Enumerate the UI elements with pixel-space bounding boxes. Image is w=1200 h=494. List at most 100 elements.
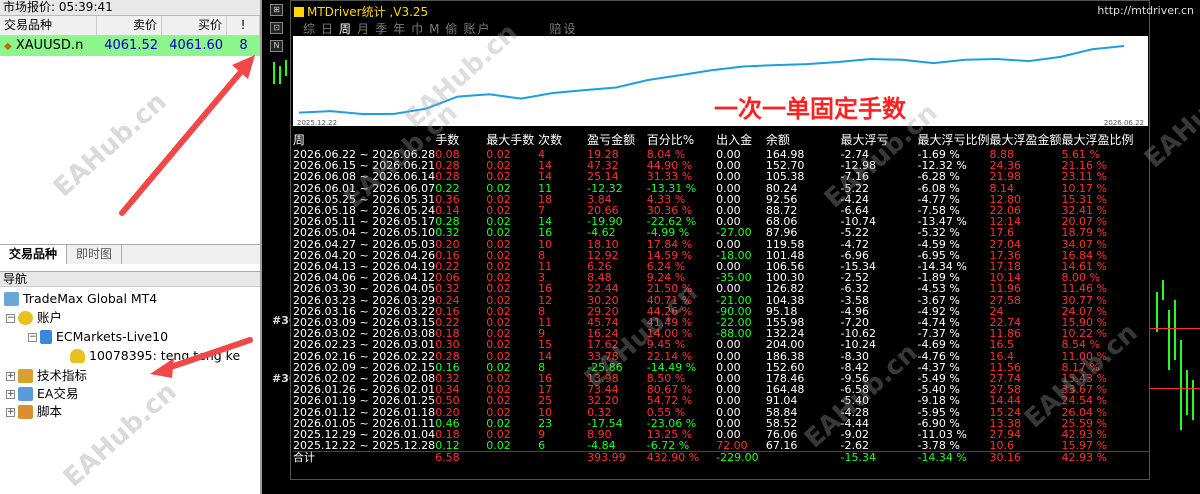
table-cell: 21.98: [989, 170, 1021, 184]
app-icon: [294, 6, 304, 17]
table-cell: 25: [538, 394, 553, 408]
symbol-cell: ◆ XAUUSD.n: [0, 36, 97, 56]
chart-button-3[interactable]: N: [270, 40, 283, 52]
table-cell: 12: [538, 293, 553, 307]
graph-end-label: 2026.06.22: [1103, 119, 1144, 127]
table-row: 2026.03.30 ~ 2026.04.05 0.32 0.02 16 22.44 21…: [293, 283, 1149, 294]
table-cell: 0.02: [486, 338, 511, 352]
market-watch-row[interactable]: ◆ XAUUSD.n 4061.52 4061.60 8: [0, 36, 260, 56]
tree-root[interactable]: TradeMax Global MT4: [4, 290, 157, 308]
table-cell: 18.79 %: [1061, 226, 1107, 240]
table-row: 2026.05.04 ~ 2026.05.10 0.32 0.02 16 -4.62 -4…: [293, 227, 1149, 238]
tree-root-label: TradeMax Global MT4: [23, 291, 158, 306]
table-cell: 0.32: [435, 282, 460, 296]
col-header-0: 周: [293, 132, 306, 147]
table-cell: 0.02: [486, 226, 511, 240]
collapse-icon[interactable]: −: [28, 332, 37, 342]
tree-indicators[interactable]: + 技术指标: [6, 367, 87, 385]
total-cell: -15.34: [840, 451, 918, 464]
stats-tab-8[interactable]: 偷: [445, 22, 459, 36]
chart-button-1[interactable]: ⊞: [270, 4, 283, 16]
table-cell: 23: [538, 416, 553, 430]
table-cell: 72.00: [716, 439, 748, 453]
total-cell: 393.99: [587, 451, 647, 464]
terminal-icon: [4, 292, 19, 306]
market-watch-title: 市场报价: 05:39:41: [0, 0, 260, 16]
table-cell: -5.40: [840, 394, 869, 408]
tree-indicators-label: 技术指标: [37, 368, 88, 383]
table-cell: 91.04: [765, 394, 798, 408]
table-cell: 8.54 %: [1061, 338, 1100, 352]
col-ask[interactable]: 买价: [162, 16, 227, 35]
table-cell: 10: [538, 237, 553, 251]
stats-tab-3[interactable]: 月: [357, 22, 371, 36]
total-cell: 合计: [293, 451, 436, 464]
chart-button-2[interactable]: ⊡: [270, 22, 283, 34]
stats-tab-2[interactable]: 周: [339, 22, 353, 36]
total-row: 合计 6.58 393.99 432.90 % -229.00 -15.34 -14.34 …: [293, 451, 1149, 464]
table-cell: 16: [538, 282, 553, 296]
table-cell: 126.82: [765, 282, 805, 296]
spread-cell: 8: [239, 38, 248, 53]
table-cell: 54.72 %: [646, 394, 693, 408]
table-cell: 18: [538, 192, 553, 206]
total-cell: -229.00: [716, 451, 766, 464]
table-cell: 2026.06.08 ~ 2026.06.14: [293, 170, 436, 184]
table-cell: 2026.03.30 ~ 2026.04.05: [293, 282, 436, 296]
collapse-icon[interactable]: −: [6, 313, 15, 323]
tree-server[interactable]: − ECMarkets-Live10: [28, 328, 168, 346]
tree-scripts[interactable]: + 脚本: [6, 403, 62, 421]
table-cell: 11.46 %: [1061, 282, 1107, 296]
col-bid[interactable]: 卖价: [97, 16, 162, 35]
col-header-2: 最大手数: [486, 132, 535, 147]
total-cell: 30.16: [989, 451, 1062, 464]
table-cell: -6.28 %: [917, 170, 960, 184]
tree-accounts-label: 账户: [37, 310, 63, 325]
table-cell: 67.16: [765, 439, 798, 453]
table-cell: 105.38: [765, 170, 805, 184]
expand-icon[interactable]: +: [6, 371, 15, 381]
stats-table: 周 手数 最大手数 次数 盈亏金额 百分比% 出入金 余额 最大浮亏 最大浮亏比例 最大浮盈金额 最大…: [293, 132, 1149, 464]
stats-tab-6[interactable]: 巾: [411, 22, 425, 36]
scripts-icon: [18, 405, 33, 419]
table-cell: -6.32: [840, 282, 869, 296]
table-cell: 11.96: [989, 282, 1021, 296]
chart-toolbar-strip: ⊞ ⊡ N: [264, 0, 290, 494]
stats-tab-7[interactable]: M: [429, 22, 441, 36]
col-header-11: 最大浮盈比例: [1061, 132, 1134, 147]
market-watch-tabs: 交易品种 即时图: [0, 244, 260, 264]
stats-tab-10[interactable]: 赔设: [550, 22, 578, 36]
expand-icon[interactable]: +: [6, 407, 15, 417]
col-header-6: 出入金: [716, 132, 753, 147]
stats-tab-0[interactable]: 综: [303, 22, 317, 36]
table-cell: 0.00: [716, 282, 741, 296]
table-cell: 17.6: [989, 226, 1014, 240]
col-symbol[interactable]: 交易品种: [0, 16, 97, 35]
tree-accounts[interactable]: − 账户: [6, 309, 62, 327]
tree-ea[interactable]: + EA交易: [6, 385, 78, 403]
table-cell: 0.02: [486, 282, 511, 296]
tree-scripts-label: 脚本: [37, 404, 63, 419]
table-cell: -3.78 %: [917, 439, 960, 453]
stats-url[interactable]: http://mtdriver.cn: [1097, 4, 1194, 17]
stats-tab-1[interactable]: 日: [321, 22, 335, 36]
table-cell: 14: [538, 170, 553, 184]
expand-icon[interactable]: +: [6, 389, 15, 399]
col-header-5: 百分比%: [646, 132, 695, 147]
annotation-arrow-1: [119, 55, 255, 216]
stats-tab-4[interactable]: 季: [375, 22, 389, 36]
table-cell: -4.99 %: [646, 226, 690, 240]
table-cell: 31.33 %: [646, 170, 693, 184]
col-header-8: 最大浮亏: [840, 132, 889, 147]
annotation-arrow-2: [150, 337, 253, 378]
table-cell: 11: [538, 316, 553, 330]
stats-tab-9[interactable]: 账户: [463, 22, 491, 36]
tab-symbols[interactable]: 交易品种: [0, 245, 68, 264]
stats-tab-5[interactable]: 年: [393, 22, 407, 36]
table-cell: 17.62: [587, 338, 619, 352]
tab-tick-chart[interactable]: 即时图: [67, 245, 123, 264]
table-cell: -5.32 %: [917, 226, 960, 240]
table-cell: 0.30: [435, 338, 460, 352]
table-cell: 87.96: [765, 226, 798, 240]
col-spread[interactable]: !: [227, 16, 260, 35]
